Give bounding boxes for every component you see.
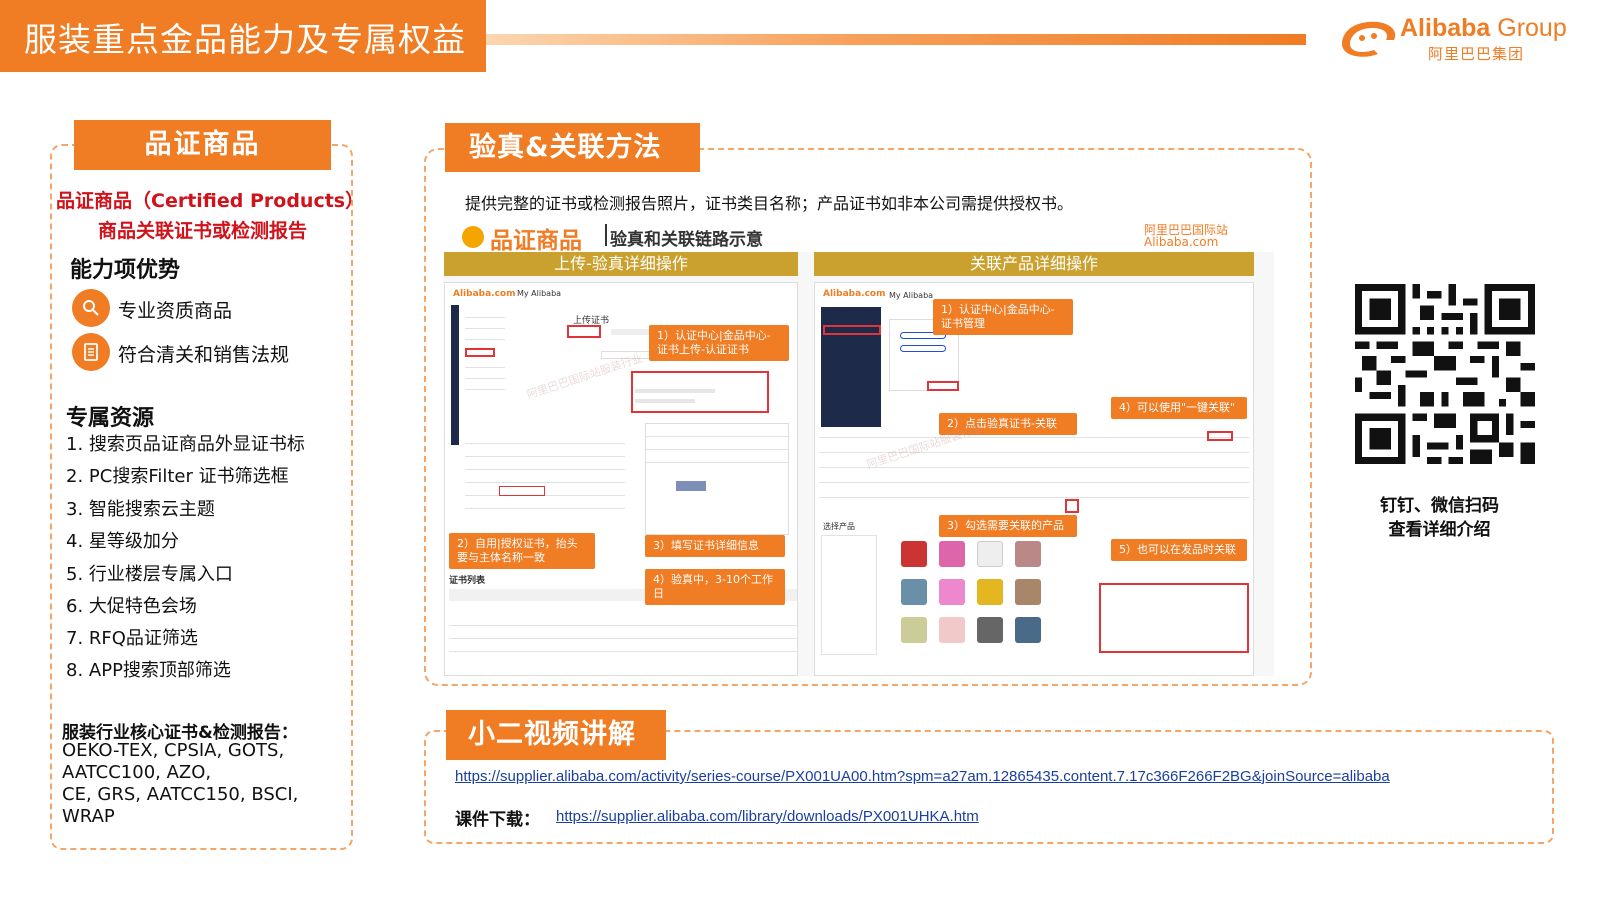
resource-item: 5. 行业楼层专属入口	[66, 564, 233, 585]
mini-select-option	[635, 389, 715, 393]
logo-cn: 阿里巴巴集团	[1428, 45, 1525, 63]
link-step-5: 5）也可以在发品时关联	[1111, 539, 1247, 561]
mini-brand: Alibaba.com	[453, 289, 516, 299]
download-label: 课件下载：	[455, 810, 540, 830]
certified-products-subtitle: 商品关联证书或检测报告	[98, 220, 308, 242]
qr-caption-line2: 查看详细介绍	[1388, 520, 1491, 540]
mini-field-highlight[interactable]	[499, 486, 545, 496]
screenshot-title: 品证商品	[490, 228, 582, 254]
header-gradient-line	[486, 34, 1306, 45]
verification-screenshot: 品证商品 验真和关联链路示意 阿里巴巴国际站 Alibaba.com 上传-验真…	[444, 218, 1274, 676]
mini-sidebar-highlight[interactable]	[823, 325, 881, 335]
core-certs-line: OEKO-TEX, CPSIA, GOTS,	[62, 740, 285, 761]
core-certs-line: CE, GRS, AATCC150, BSCI,	[62, 784, 299, 805]
upload-step-2: 2）自用|授权证书，抬头要与主体名称一致	[449, 533, 595, 569]
mini-sidebar	[451, 305, 459, 445]
alibaba-com-logo: 阿里巴巴国际站 Alibaba.com	[1144, 224, 1228, 248]
mini-products-label: 选择产品	[823, 522, 855, 531]
mini-select-option	[635, 399, 695, 403]
link-step-3: 3）勾选需要关联的产品	[939, 515, 1077, 537]
logo-text-bold: Alibaba	[1400, 14, 1491, 42]
advantage-item-professional: 专业资质商品	[118, 300, 233, 322]
title-divider	[605, 224, 607, 246]
verification-description: 提供完整的证书或检测报告照片，证书类目名称；产品证书如非本公司需提供授权书。	[465, 194, 1074, 213]
qr-caption: 钉钉、微信扫码 查看详细介绍	[1380, 494, 1499, 542]
verification-tab: 验真&关联方法	[445, 123, 700, 172]
upload-step-4: 4）验真中，3-10个工作日	[645, 569, 785, 605]
resources-heading: 专属资源	[66, 406, 155, 431]
certified-products-title: 品证商品（Certified Products）	[56, 190, 365, 212]
screenshot-subtitle: 验真和关联链路示意	[610, 230, 763, 250]
resource-item: 6. 大促特色会场	[66, 596, 197, 617]
mini-publish-highlight[interactable]	[1099, 583, 1249, 653]
upload-step-1: 1）认证中心|金品中心-证书上传-认证证书	[649, 325, 789, 361]
link-steps-bar: 关联产品详细操作	[814, 252, 1254, 276]
core-certs-line: WRAP	[62, 806, 115, 827]
upload-step-3: 3）填写证书详细信息	[645, 535, 785, 557]
qr-code[interactable]	[1355, 284, 1535, 464]
mini-cert-manage-highlight[interactable]	[927, 381, 959, 391]
link-step-4: 4）可以使用"一键关联"	[1111, 397, 1247, 419]
upload-steps-bar: 上传-验真详细操作	[444, 252, 798, 276]
alibaba-group-logo: Alibaba Group 阿里巴巴集团	[1338, 12, 1590, 64]
mini-one-click-highlight[interactable]	[1207, 431, 1233, 441]
logo-text-light: Group	[1490, 14, 1567, 42]
mini-link-button-highlight[interactable]	[1065, 499, 1079, 513]
advantage-item-compliance: 符合清关和销售法规	[118, 344, 290, 366]
resource-item: 4. 星等级加分	[66, 531, 179, 552]
link-mock-ui: Alibaba.com My Alibaba 选择产品 1）认证中心|金品中心-…	[814, 282, 1254, 676]
mini-account: My Alibaba	[889, 291, 934, 300]
upload-mock-ui: Alibaba.com My Alibaba 上传证书 证书列表 1）认证中心|…	[444, 282, 798, 676]
mini-form-left	[465, 433, 625, 523]
search-icon	[72, 289, 110, 327]
resource-item: 7. RFQ品证筛选	[66, 628, 198, 649]
mini-cert-table	[819, 429, 1249, 519]
certified-products-tab: 品证商品	[74, 120, 331, 170]
download-link[interactable]: https://supplier.alibaba.com/library/dow…	[556, 808, 979, 825]
video-course-link[interactable]: https://supplier.alibaba.com/activity/se…	[455, 768, 1390, 785]
mini-cert-tab-highlight[interactable]	[567, 325, 601, 338]
mini-product-grid	[887, 537, 1077, 657]
mini-account: My Alibaba	[517, 289, 562, 298]
mini-category-list	[821, 535, 877, 655]
qr-caption-line1: 钉钉、微信扫码	[1380, 496, 1499, 516]
mini-menu	[465, 309, 505, 409]
alibaba-com-logo-en: Alibaba.com	[1144, 235, 1219, 249]
link-step-1: 1）认证中心|金品中心-证书管理	[933, 299, 1073, 335]
core-certs-line: AATCC100, AZO,	[62, 762, 212, 783]
resource-item: 8. APP搜索顶部筛选	[66, 660, 231, 681]
resource-item: 3. 智能搜索云主题	[66, 499, 215, 520]
mini-list-label: 证书列表	[449, 576, 486, 586]
mini-brand: Alibaba.com	[823, 289, 886, 299]
mini-list-table	[449, 617, 797, 676]
resource-item: 1. 搜索页品证商品外显证书标	[66, 434, 305, 455]
mini-form-right	[645, 423, 789, 535]
page-title: 服装重点金品能力及专属权益	[24, 20, 466, 59]
document-icon	[72, 333, 110, 371]
video-tab: 小二视频讲解	[446, 710, 666, 760]
resource-item: 2. PC搜索Filter 证书筛选框	[66, 466, 289, 487]
alibaba-smile-icon	[1342, 21, 1396, 57]
bullet-dot-icon	[462, 226, 484, 248]
advantages-heading: 能力项优势	[70, 258, 181, 283]
